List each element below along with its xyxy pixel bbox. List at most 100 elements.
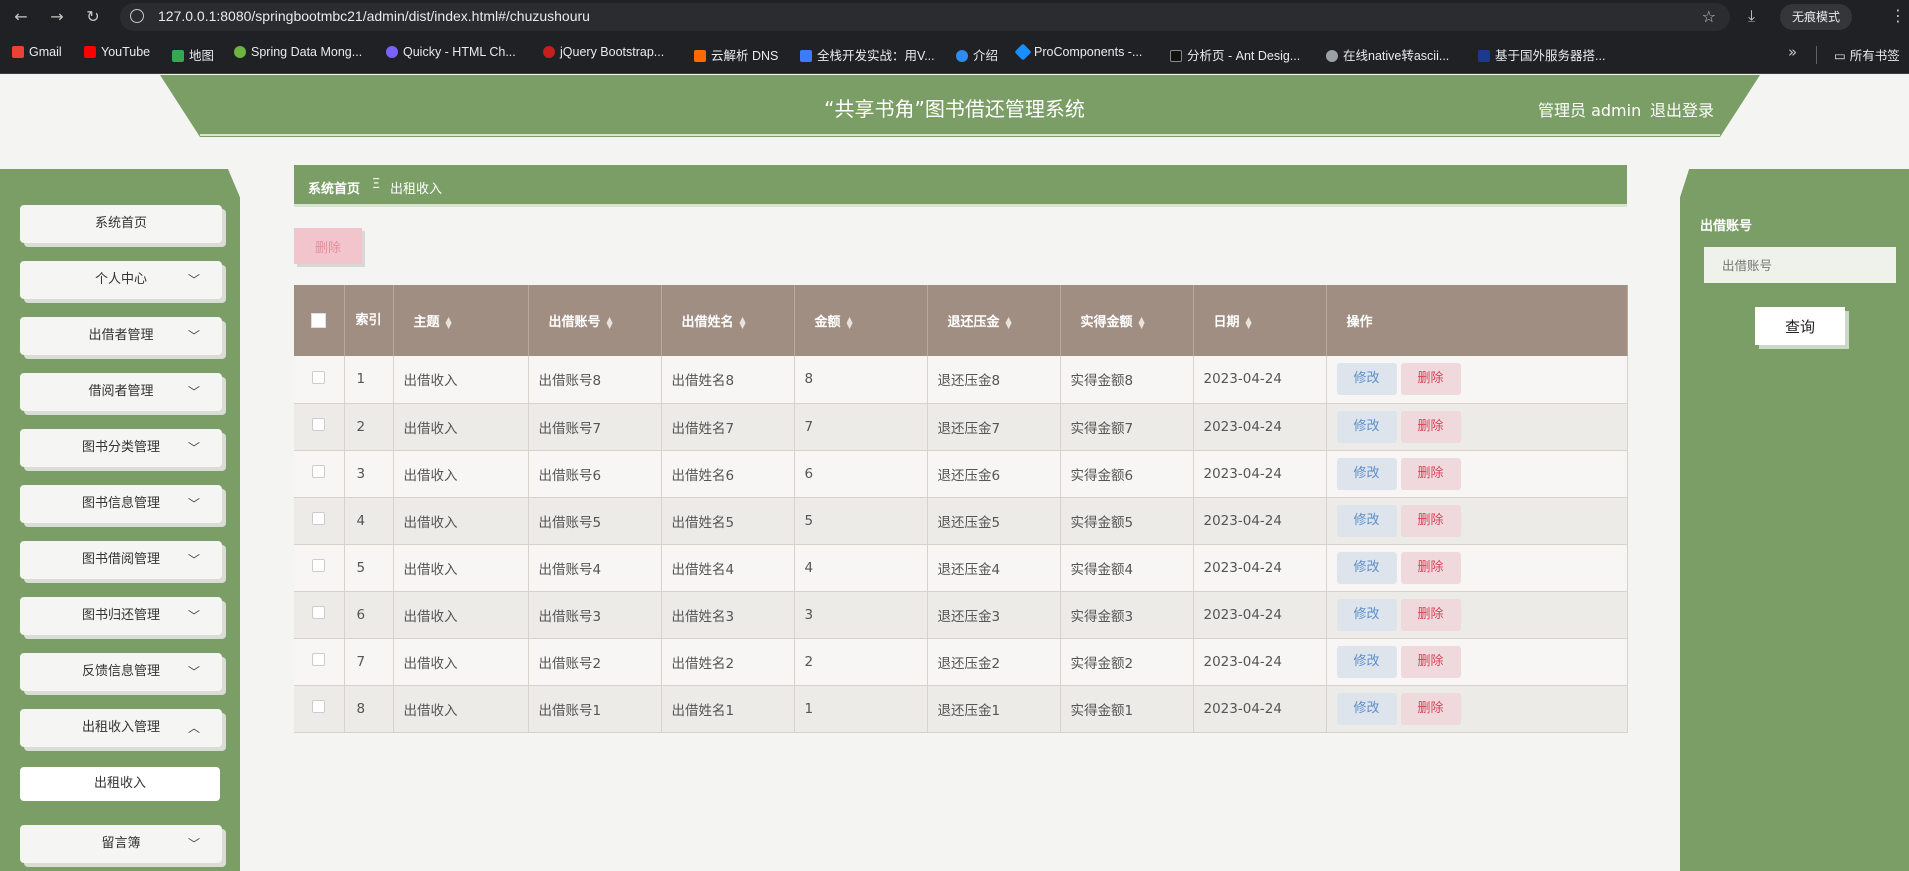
sidebar-item-book-info[interactable]: 图书信息管理 ﹀ <box>20 485 222 523</box>
forward-icon[interactable]: → <box>46 6 68 28</box>
edit-button[interactable]: 修改 <box>1336 551 1397 584</box>
row-checkbox[interactable] <box>312 606 326 619</box>
sidebar-item-borrowers[interactable]: 借阅者管理 ﹀ <box>20 373 222 411</box>
row-deposit: 退还压金2 <box>927 638 1061 686</box>
edit-button[interactable]: 修改 <box>1336 692 1397 725</box>
bookmark-fullstack[interactable]: 全栈开发实战：用V... <box>800 45 935 64</box>
delete-button[interactable]: 删除 <box>1400 551 1461 584</box>
bookmark-jquery[interactable]: jQuery Bootstrap... <box>543 45 664 59</box>
bookmark-procomponents[interactable]: ProComponents -... <box>1014 43 1142 61</box>
row-amount: 8 <box>794 356 928 404</box>
bookmark-maps[interactable]: 地图 <box>172 45 214 64</box>
column-header-account[interactable]: 出借账号 ▲ ▼ <box>528 285 662 356</box>
sort-icon[interactable]: ▲ ▼ <box>607 315 613 329</box>
sidebar-item-book-categories[interactable]: 图书分类管理 ﹀ <box>20 429 222 467</box>
search-button[interactable]: 查询 <box>1755 307 1845 345</box>
sidebar-item-rental-income[interactable]: 出租收入管理 ︿ <box>20 709 222 747</box>
bookmark-spring-data[interactable]: Spring Data Mong... <box>234 45 362 59</box>
edit-button[interactable]: 修改 <box>1336 504 1397 537</box>
edit-button[interactable]: 修改 <box>1336 410 1397 443</box>
download-icon[interactable]: ⤓ <box>1748 6 1755 26</box>
chevron-down-icon: ﹀ <box>187 497 200 511</box>
column-header-amount[interactable]: 金额 ▲ ▼ <box>794 285 928 356</box>
address-bar[interactable]: 127.0.0.1:8080/springbootmbc21/admin/dis… <box>120 3 1730 31</box>
delete-button[interactable]: 删除 <box>1400 504 1461 537</box>
row-amount: 4 <box>794 544 928 592</box>
sort-icon[interactable]: ▲ ▼ <box>1006 315 1012 329</box>
row-actions: 修改 删除 <box>1326 450 1628 498</box>
row-amount: 2 <box>794 638 928 686</box>
column-header-theme[interactable]: 主题 ▲ ▼ <box>393 285 529 356</box>
column-header-ops: 操作 <box>1326 285 1628 356</box>
bookmark-native-ascii[interactable]: 在线native转ascii... <box>1326 45 1449 64</box>
delete-button[interactable]: 删除 <box>1400 645 1461 678</box>
incognito-badge[interactable]: 无痕模式 <box>1780 4 1853 30</box>
row-theme: 出借收入 <box>393 356 529 404</box>
sidebar-item-book-borrow[interactable]: 图书借阅管理 ﹀ <box>20 541 222 579</box>
sidebar-item-guestbook[interactable]: 留言簿 ﹀ <box>20 825 222 863</box>
logout-link[interactable]: 退出登录 <box>1650 97 1714 121</box>
edit-button[interactable]: 修改 <box>1336 457 1397 490</box>
row-index: 4 <box>344 497 394 545</box>
breadcrumb-current: 出租收入 <box>390 182 443 197</box>
delete-button[interactable]: 删除 <box>1400 457 1461 490</box>
batch-delete-button[interactable]: 删除 <box>294 228 362 264</box>
row-checkbox[interactable] <box>312 418 326 431</box>
browser-toolbar: ← → ↻ 127.0.0.1:8080/springbootmbc21/adm… <box>0 0 1909 34</box>
bookmark-server[interactable]: 基于国外服务器搭... <box>1478 45 1605 64</box>
lender-account-search-input[interactable] <box>1704 247 1896 283</box>
bookmark-youtube[interactable]: YouTube <box>84 45 150 59</box>
select-all-cell[interactable] <box>294 285 345 356</box>
column-header-date[interactable]: 日期 ▲ ▼ <box>1193 285 1327 356</box>
browser-menu-icon[interactable]: ⋮ <box>1890 6 1906 25</box>
row-checkbox[interactable] <box>312 512 326 525</box>
row-checkbox[interactable] <box>312 370 326 384</box>
row-actual: 实得金额6 <box>1060 450 1194 498</box>
row-checkbox[interactable] <box>312 559 326 572</box>
delete-button[interactable]: 删除 <box>1400 410 1461 443</box>
row-checkbox[interactable] <box>312 465 326 478</box>
sidebar-item-lenders[interactable]: 出借者管理 ﹀ <box>20 317 222 355</box>
sidebar-item-feedback[interactable]: 反馈信息管理 ﹀ <box>20 653 222 691</box>
edit-button[interactable]: 修改 <box>1336 363 1397 396</box>
bookmark-intro[interactable]: 介绍 <box>956 45 998 64</box>
more-bookmarks-icon[interactable]: » <box>1788 43 1797 61</box>
row-index: 8 <box>344 685 394 733</box>
sort-icon[interactable]: ▲ ▼ <box>1139 315 1145 329</box>
sidebar-subitem-rental-income[interactable]: 出租收入 <box>20 767 220 801</box>
bookmark-dns[interactable]: 云解析 DNS <box>694 45 778 64</box>
column-header-name[interactable]: 出借姓名 ▲ ▼ <box>661 285 795 356</box>
sort-icon[interactable]: ▲ ▼ <box>446 315 452 329</box>
select-all-checkbox[interactable] <box>311 313 327 328</box>
table-row: 7 出借收入 出借账号2 出借姓名2 2 退还压金2 实得金额2 2023-04… <box>294 638 1628 686</box>
bookmark-star-icon[interactable]: ☆ <box>1702 7 1716 26</box>
row-checkbox[interactable] <box>312 653 326 666</box>
site-info-icon[interactable] <box>130 9 144 23</box>
all-bookmarks-folder[interactable]: ▭ 所有书签 <box>1834 45 1900 64</box>
table-row: 2 出借收入 出借账号7 出借姓名7 7 退还压金7 实得金额7 2023-04… <box>294 403 1628 451</box>
row-deposit: 退还压金5 <box>927 497 1061 545</box>
sort-icon[interactable]: ▲ ▼ <box>740 315 746 329</box>
reload-icon[interactable]: ↻ <box>82 6 104 28</box>
column-header-actual[interactable]: 实得金额 ▲ ▼ <box>1060 285 1194 356</box>
edit-button[interactable]: 修改 <box>1336 645 1397 678</box>
sidebar-item-home[interactable]: 系统首页 <box>20 205 222 243</box>
bookmark-quicky[interactable]: Quicky - HTML Ch... <box>386 45 516 59</box>
bookmark-gmail[interactable]: Gmail <box>12 45 62 59</box>
row-checkbox[interactable] <box>312 700 326 713</box>
delete-button[interactable]: 删除 <box>1400 598 1461 631</box>
delete-button[interactable]: 删除 <box>1400 692 1461 725</box>
bookmark-analysis[interactable]: 分析页 - Ant Desig... <box>1170 45 1300 64</box>
row-actual: 实得金额4 <box>1060 544 1194 592</box>
back-icon[interactable]: ← <box>10 6 32 28</box>
delete-button[interactable]: 删除 <box>1400 363 1461 396</box>
sidebar-item-profile[interactable]: 个人中心 ﹀ <box>20 261 222 299</box>
sort-icon[interactable]: ▲ ▼ <box>1246 315 1252 329</box>
sort-icon[interactable]: ▲ ▼ <box>847 315 853 329</box>
edit-button[interactable]: 修改 <box>1336 598 1397 631</box>
row-date: 2023-04-24 <box>1193 591 1327 639</box>
column-header-deposit[interactable]: 退还压金 ▲ ▼ <box>927 285 1061 356</box>
sidebar-item-book-return[interactable]: 图书归还管理 ﹀ <box>20 597 222 635</box>
breadcrumb-home[interactable]: 系统首页 <box>308 178 360 197</box>
row-actions: 修改 删除 <box>1326 591 1628 639</box>
